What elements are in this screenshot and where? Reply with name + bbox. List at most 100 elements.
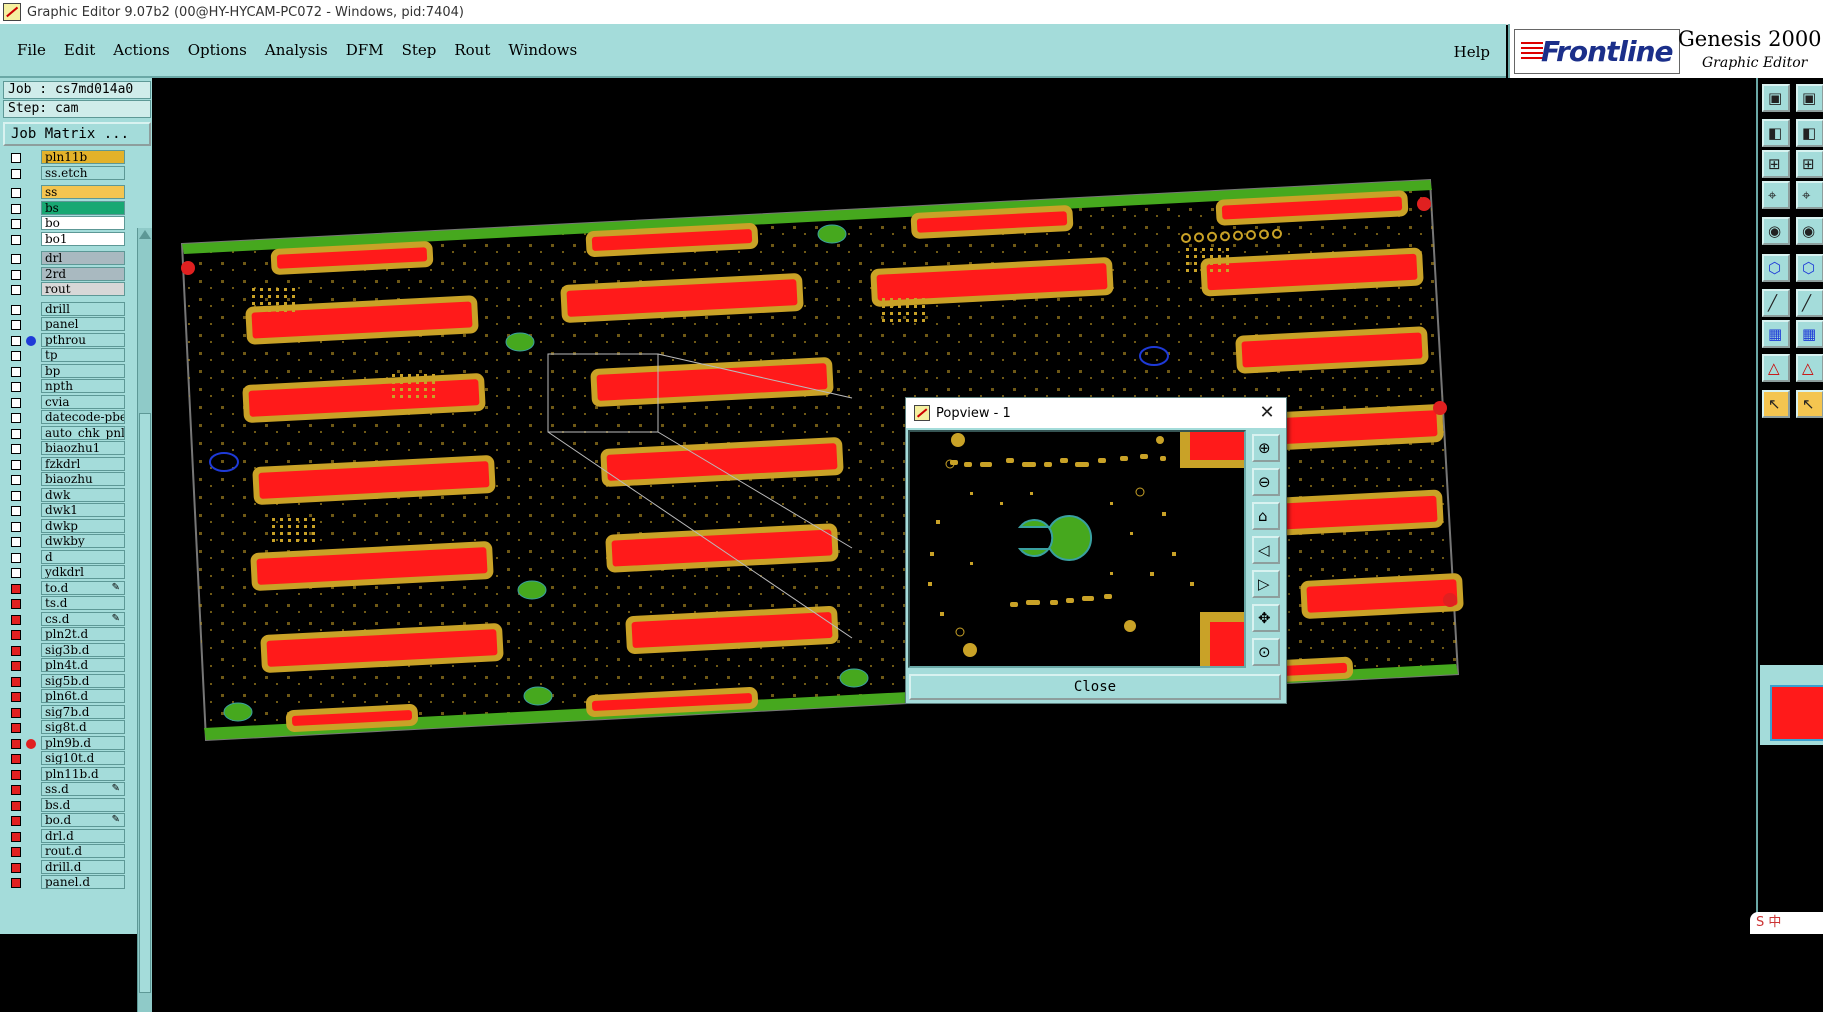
- layer-checkbox[interactable]: [11, 521, 21, 532]
- menu-actions[interactable]: Actions: [112, 39, 170, 61]
- layer-name[interactable]: bo.d ✎: [41, 813, 125, 827]
- layer-row[interactable]: dwkby: [3, 534, 125, 549]
- layer-name[interactable]: pln4t.d: [41, 658, 125, 672]
- toolbar-button[interactable]: ⊞: [1796, 150, 1823, 178]
- layer-checkbox[interactable]: [11, 847, 21, 857]
- layer-row[interactable]: pln9b.d: [3, 735, 125, 751]
- layer-name[interactable]: fzkdrl: [41, 456, 125, 471]
- layer-checkbox[interactable]: [11, 630, 21, 640]
- layer-name[interactable]: pthrou: [41, 332, 125, 347]
- toolbar-button[interactable]: ▣: [1796, 84, 1823, 112]
- layer-checkbox[interactable]: [11, 490, 21, 501]
- toolbar-button[interactable]: ◉: [1796, 217, 1823, 245]
- layer-checkbox[interactable]: [11, 583, 21, 594]
- layer-name[interactable]: 2rd: [41, 266, 125, 281]
- layer-row[interactable]: tp: [3, 348, 125, 363]
- scroll-up-icon[interactable]: [139, 230, 151, 239]
- layer-checkbox[interactable]: [11, 304, 21, 315]
- popview-tool-button[interactable]: ⌂: [1252, 502, 1280, 530]
- popview-tool-button[interactable]: ⊕: [1252, 434, 1280, 462]
- layer-row[interactable]: panel.d: [3, 875, 125, 890]
- layer-row[interactable]: drl: [3, 251, 125, 266]
- layer-row[interactable]: 2rd: [3, 266, 125, 282]
- layer-row[interactable]: bo1: [3, 231, 125, 247]
- layer-checkbox[interactable]: [11, 723, 21, 733]
- menu-windows[interactable]: Windows: [507, 39, 578, 61]
- layer-name[interactable]: sig7b.d: [41, 704, 125, 719]
- layer-name[interactable]: datecode-pbe: [41, 410, 125, 424]
- layer-name[interactable]: bs.d: [41, 797, 125, 812]
- layer-row[interactable]: drl.d: [3, 828, 125, 844]
- layer-row[interactable]: dwk1: [3, 503, 125, 518]
- layer-name[interactable]: ydkdrl: [41, 565, 125, 579]
- layer-row[interactable]: dwk: [3, 487, 125, 503]
- layer-name[interactable]: ss: [41, 185, 125, 199]
- layer-row[interactable]: panel: [3, 317, 125, 332]
- layer-row[interactable]: rout.d: [3, 844, 125, 859]
- layer-name[interactable]: bo: [41, 216, 125, 230]
- layer-row[interactable]: sig5b.d: [3, 673, 125, 689]
- layer-row[interactable]: sig7b.d: [3, 704, 125, 720]
- layer-row[interactable]: drill.d: [3, 859, 125, 875]
- layer-checkbox[interactable]: [11, 153, 21, 163]
- layer-name[interactable]: ss.d ✎: [41, 782, 125, 796]
- layer-scrollbar[interactable]: [137, 228, 152, 1012]
- toolbar-button[interactable]: ◧: [1796, 119, 1823, 147]
- toolbar-button[interactable]: ▦: [1762, 320, 1790, 348]
- layer-checkbox[interactable]: [11, 754, 21, 764]
- layer-checkbox[interactable]: [11, 168, 21, 179]
- popview-tool-button[interactable]: ⊙: [1252, 638, 1280, 666]
- layer-checkbox[interactable]: [11, 459, 21, 470]
- layer-row[interactable]: ydkdrl: [3, 565, 125, 580]
- layer-row[interactable]: pln4t.d: [3, 658, 125, 673]
- layer-row[interactable]: d: [3, 549, 125, 565]
- layer-name[interactable]: pln11b.d: [41, 766, 125, 781]
- layer-checkbox[interactable]: [11, 552, 21, 563]
- layer-checkbox[interactable]: [11, 800, 21, 811]
- layer-checkbox[interactable]: [11, 285, 21, 295]
- layer-checkbox[interactable]: [11, 568, 21, 578]
- menu-options[interactable]: Options: [187, 39, 248, 61]
- popview-tool-button[interactable]: ✥: [1252, 604, 1280, 632]
- layer-checkbox[interactable]: [11, 413, 21, 423]
- layer-row[interactable]: auto_chk_pnl: [3, 425, 125, 441]
- layer-row[interactable]: pln11b: [3, 150, 125, 165]
- menu-analysis[interactable]: Analysis: [264, 39, 329, 61]
- layer-checkbox[interactable]: [11, 537, 21, 547]
- toolbar-button[interactable]: △: [1796, 354, 1823, 382]
- layer-checkbox[interactable]: [11, 203, 21, 214]
- layer-checkbox[interactable]: [11, 382, 21, 392]
- layer-row[interactable]: datecode-pbe: [3, 410, 125, 425]
- layer-checkbox[interactable]: [11, 397, 21, 408]
- layer-name[interactable]: pln6t.d: [41, 689, 125, 703]
- layer-checkbox[interactable]: [11, 738, 21, 749]
- layer-name[interactable]: bs: [41, 200, 125, 215]
- layer-row[interactable]: pln11b.d: [3, 766, 125, 782]
- layer-checkbox[interactable]: [11, 219, 21, 229]
- layer-name[interactable]: ss.etch: [41, 165, 125, 180]
- layer-checkbox[interactable]: [11, 599, 21, 609]
- toolbar-button[interactable]: ▣: [1762, 84, 1790, 112]
- menu-file[interactable]: File: [16, 39, 47, 61]
- popview-canvas[interactable]: [908, 430, 1246, 668]
- toolbar-button[interactable]: ◧: [1762, 119, 1790, 147]
- ime-indicator[interactable]: S 中: [1750, 912, 1823, 934]
- layer-checkbox[interactable]: [11, 816, 21, 826]
- layer-row[interactable]: sig8t.d: [3, 720, 125, 735]
- menu-edit[interactable]: Edit: [63, 39, 96, 61]
- layer-name[interactable]: tp: [41, 348, 125, 362]
- layer-checkbox[interactable]: [11, 862, 21, 873]
- layer-checkbox[interactable]: [11, 785, 21, 795]
- layer-checkbox[interactable]: [11, 320, 21, 330]
- layer-checkbox[interactable]: [11, 351, 21, 361]
- layer-row[interactable]: ss.etch: [3, 165, 125, 181]
- layer-row[interactable]: cs.d ✎: [3, 611, 125, 627]
- layer-row[interactable]: bs.d: [3, 797, 125, 813]
- layer-name[interactable]: bo1: [41, 231, 125, 246]
- layer-name[interactable]: drill: [41, 301, 125, 316]
- layer-name[interactable]: drl: [41, 251, 125, 265]
- popview-close-button[interactable]: Close: [909, 674, 1281, 700]
- layer-row[interactable]: bp: [3, 363, 125, 379]
- layer-name[interactable]: dwkp: [41, 518, 125, 533]
- toolbar-button[interactable]: ⬡: [1796, 254, 1823, 282]
